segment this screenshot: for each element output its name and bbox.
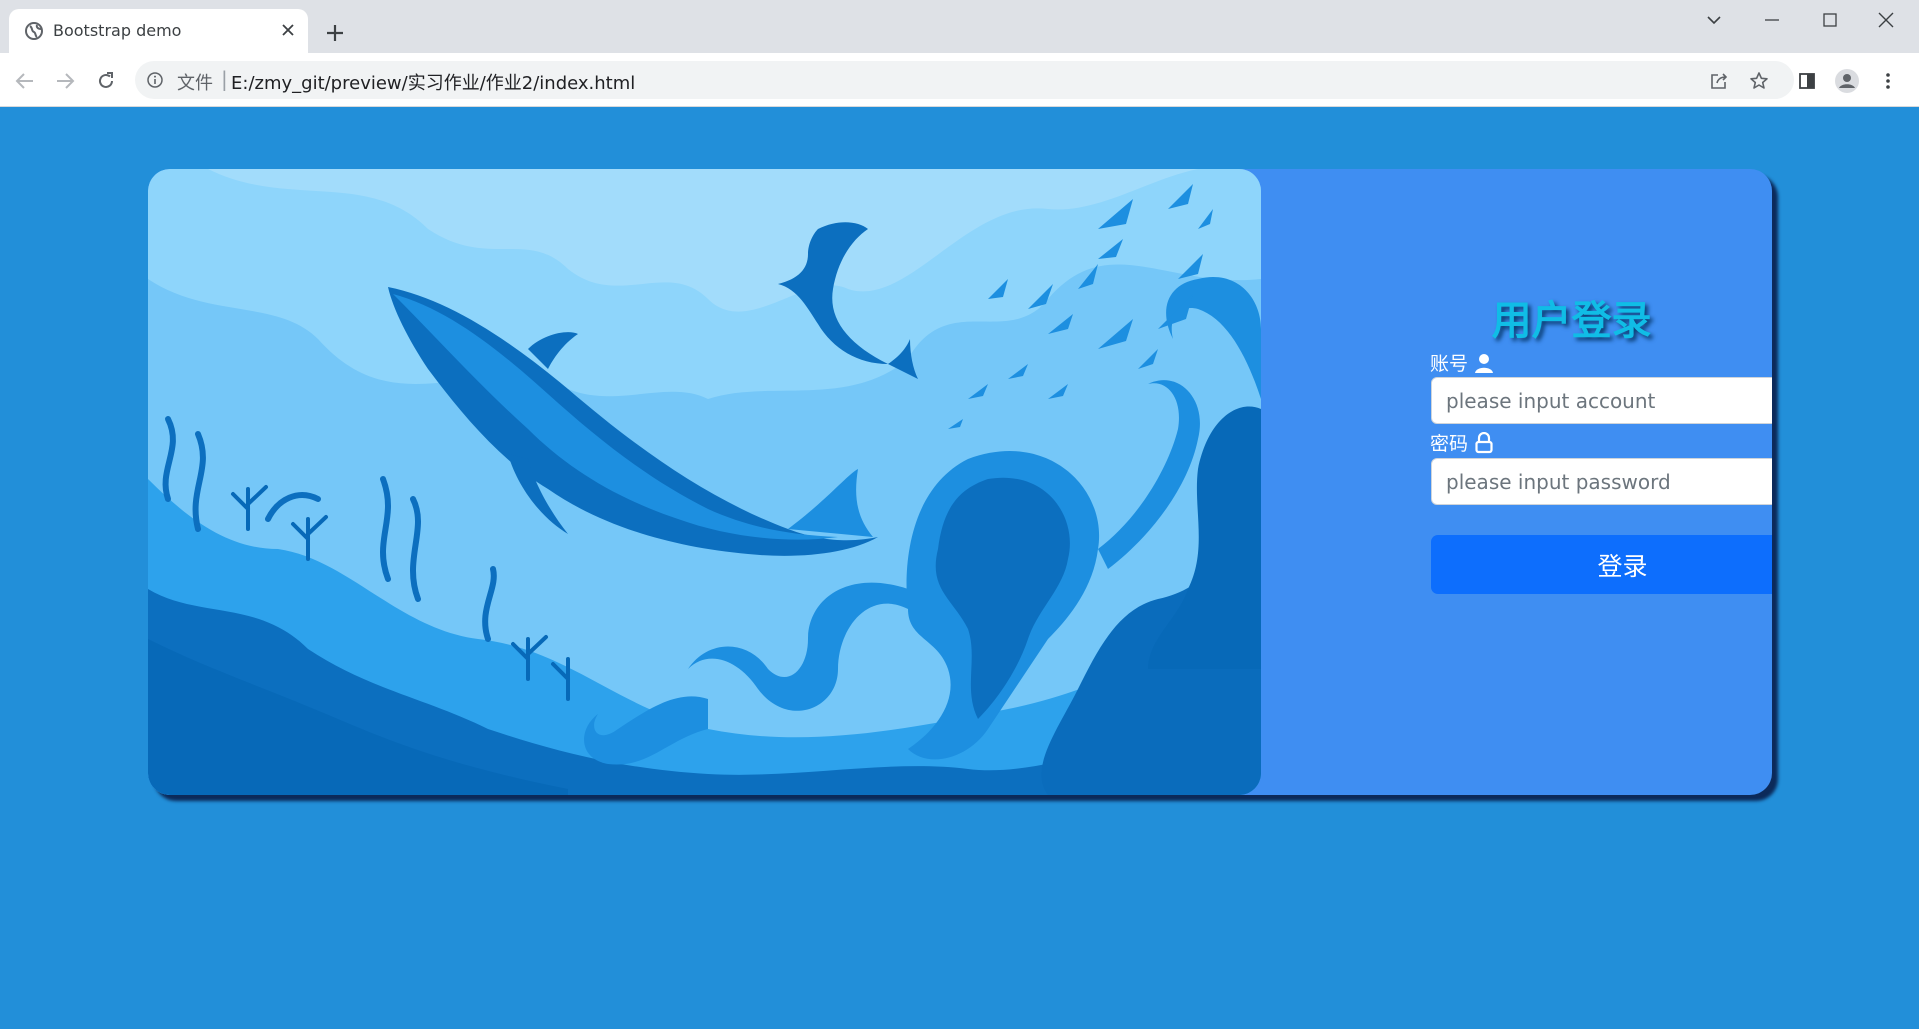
url-separator: | (221, 67, 228, 91)
user-icon (1474, 353, 1494, 373)
ocean-illustration (148, 169, 1261, 795)
window-close-icon[interactable] (1866, 6, 1906, 34)
close-icon[interactable] (277, 19, 299, 41)
password-input[interactable] (1431, 458, 1772, 505)
account-input[interactable] (1431, 377, 1772, 424)
globe-icon (24, 21, 44, 41)
browser-tab-strip: Bootstrap demo (0, 0, 1919, 53)
info-icon[interactable] (147, 72, 163, 88)
url-text[interactable]: E:/zmy_git/preview/实习作业/作业2/index.html (231, 69, 635, 95)
new-tab-icon[interactable] (322, 20, 348, 46)
star-icon[interactable] (1748, 70, 1770, 92)
browser-toolbar: 文件 | E:/zmy_git/preview/实习作业/作业2/index.h… (0, 53, 1919, 107)
url-scheme-label: 文件 (177, 73, 213, 94)
password-label-text: 密码 (1430, 433, 1469, 455)
minimize-icon[interactable] (1752, 6, 1792, 34)
back-arrow-icon[interactable] (11, 67, 39, 95)
tab-title: Bootstrap demo (53, 21, 182, 40)
lock-icon (1474, 431, 1494, 454)
login-panel: 用户登录 账号 密码 登录 (1261, 169, 1772, 795)
password-label: 密码 (1430, 429, 1494, 456)
profile-icon[interactable] (1833, 67, 1861, 95)
login-card: 用户登录 账号 密码 登录 (148, 169, 1772, 795)
login-button[interactable]: 登录 (1431, 535, 1772, 594)
login-title: 用户登录 (1491, 298, 1652, 344)
side-panel-icon[interactable] (1793, 67, 1821, 95)
address-bar[interactable]: 文件 | E:/zmy_git/preview/实习作业/作业2/index.h… (135, 61, 1794, 99)
account-label: 账号 (1430, 349, 1494, 376)
browser-tab[interactable]: Bootstrap demo (9, 9, 308, 53)
reload-icon[interactable] (92, 67, 120, 95)
share-icon[interactable] (1708, 70, 1730, 92)
maximize-icon[interactable] (1810, 6, 1850, 34)
more-menu-icon[interactable] (1874, 67, 1902, 95)
forward-arrow-icon[interactable] (51, 67, 79, 95)
tab-search-icon[interactable] (1694, 6, 1734, 34)
account-label-text: 账号 (1430, 353, 1469, 375)
